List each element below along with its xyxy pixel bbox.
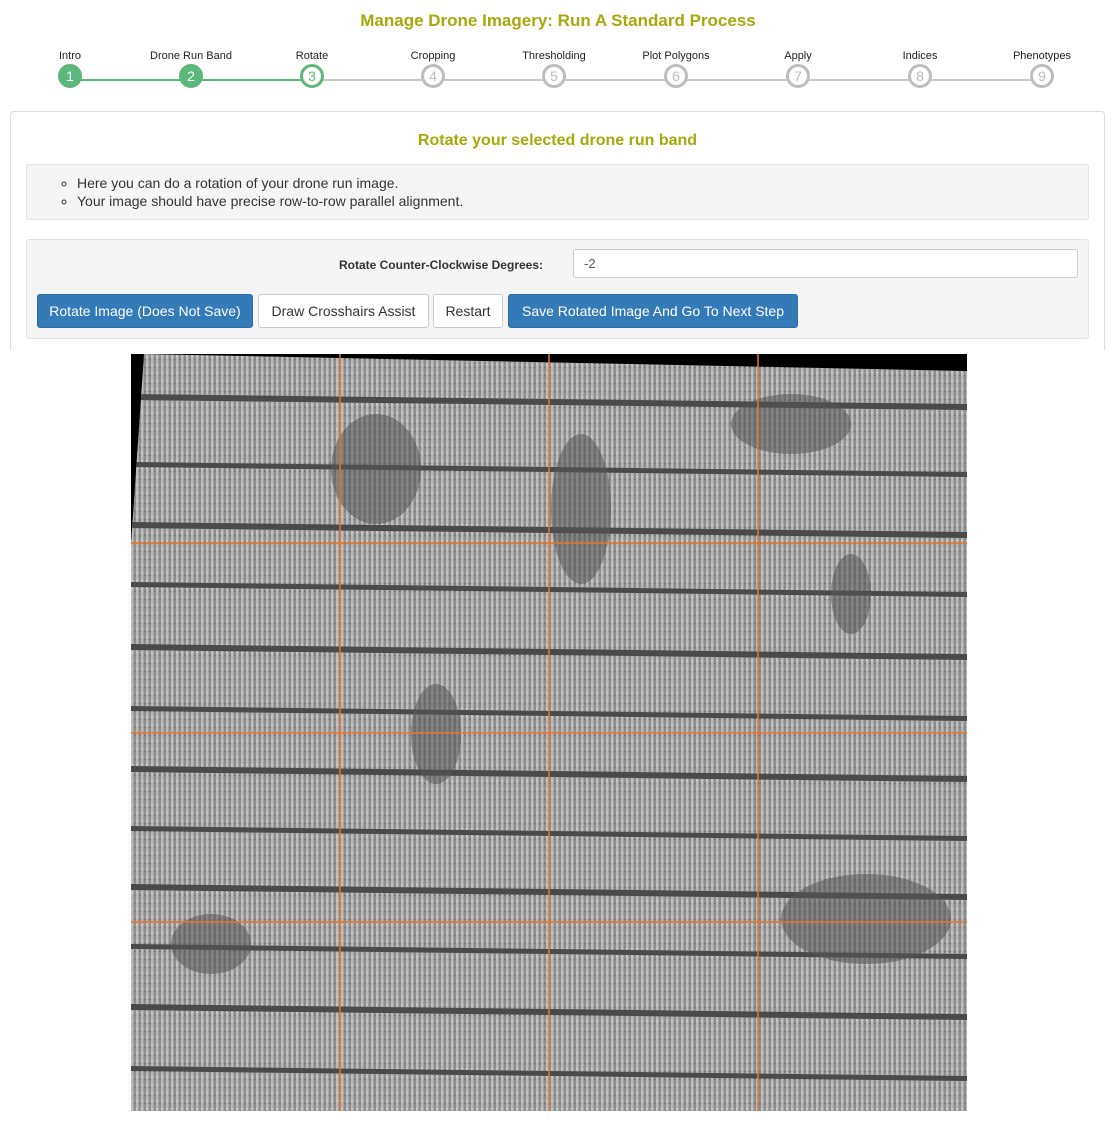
field-patch <box>331 414 421 524</box>
wizard-step-indices[interactable]: Indices 8 <box>860 48 980 88</box>
wizard-step-cropping[interactable]: Cropping 4 <box>373 48 493 88</box>
wizard-step-rotate[interactable]: Rotate 3 <box>252 48 372 88</box>
field-patch <box>551 434 611 584</box>
instructions-list: Here you can do a rotation of your drone… <box>27 174 463 210</box>
draw-crosshairs-button[interactable]: Draw Crosshairs Assist <box>258 294 429 328</box>
instruction-item: Here you can do a rotation of your drone… <box>77 174 463 192</box>
step-number-circle: 1 <box>58 64 82 88</box>
rotate-form: Rotate Counter-Clockwise Degrees: Rotate… <box>26 239 1089 339</box>
field-patch <box>781 874 951 964</box>
step-number-circle: 2 <box>179 64 203 88</box>
step-number-circle: 4 <box>421 64 445 88</box>
wizard-step-intro[interactable]: Intro 1 <box>10 48 130 88</box>
step-label: Rotate <box>295 50 329 62</box>
process-wizard-steps: Intro 1 Drone Run Band 2 Rotate 3 Croppi… <box>0 48 1116 98</box>
step-number-circle: 5 <box>542 64 566 88</box>
rotate-image-button[interactable]: Rotate Image (Does Not Save) <box>37 294 253 328</box>
step-number-circle: 7 <box>786 64 810 88</box>
field-patch <box>171 914 251 974</box>
step-heading: Rotate your selected drone run band <box>417 132 698 149</box>
step-label: Plot Polygons <box>642 50 710 62</box>
step-label: Cropping <box>410 50 456 62</box>
field-patch <box>411 684 461 784</box>
wizard-step-drone-run-band[interactable]: Drone Run Band 2 <box>131 48 251 88</box>
wizard-step-plot-polygons[interactable]: Plot Polygons 6 <box>616 48 736 88</box>
restart-button[interactable]: Restart <box>433 294 503 328</box>
step-number-circle: 3 <box>300 64 324 88</box>
step-label: Phenotypes <box>1012 50 1072 62</box>
rotated-drone-image[interactable] <box>131 354 967 1111</box>
wizard-step-phenotypes[interactable]: Phenotypes 9 <box>982 48 1102 88</box>
step-number-circle: 6 <box>664 64 688 88</box>
instructions-box: Here you can do a rotation of your drone… <box>26 164 1089 220</box>
rotate-step-panel: Rotate your selected drone run band Here… <box>10 111 1105 350</box>
step-number-circle: 9 <box>1030 64 1054 88</box>
step-label: Apply <box>784 50 812 62</box>
rotate-degrees-label: Rotate Counter-Clockwise Degrees: <box>338 258 543 272</box>
drone-image-canvas[interactable] <box>131 354 967 1111</box>
field-patch <box>831 554 871 634</box>
step-label: Indices <box>902 50 938 62</box>
field-patch <box>731 394 851 454</box>
instruction-item: Your image should have precise row-to-ro… <box>77 192 463 210</box>
wizard-step-thresholding[interactable]: Thresholding 5 <box>494 48 614 88</box>
save-and-next-button[interactable]: Save Rotated Image And Go To Next Step <box>508 294 798 328</box>
wizard-step-apply[interactable]: Apply 7 <box>738 48 858 88</box>
step-label: Drone Run Band <box>150 50 232 62</box>
step-label: Thresholding <box>522 50 586 62</box>
step-label: Intro <box>58 50 81 62</box>
rotate-degrees-input[interactable] <box>573 249 1078 278</box>
step-number-circle: 8 <box>908 64 932 88</box>
page-title: Manage Drone Imagery: Run A Standard Pro… <box>360 11 756 30</box>
